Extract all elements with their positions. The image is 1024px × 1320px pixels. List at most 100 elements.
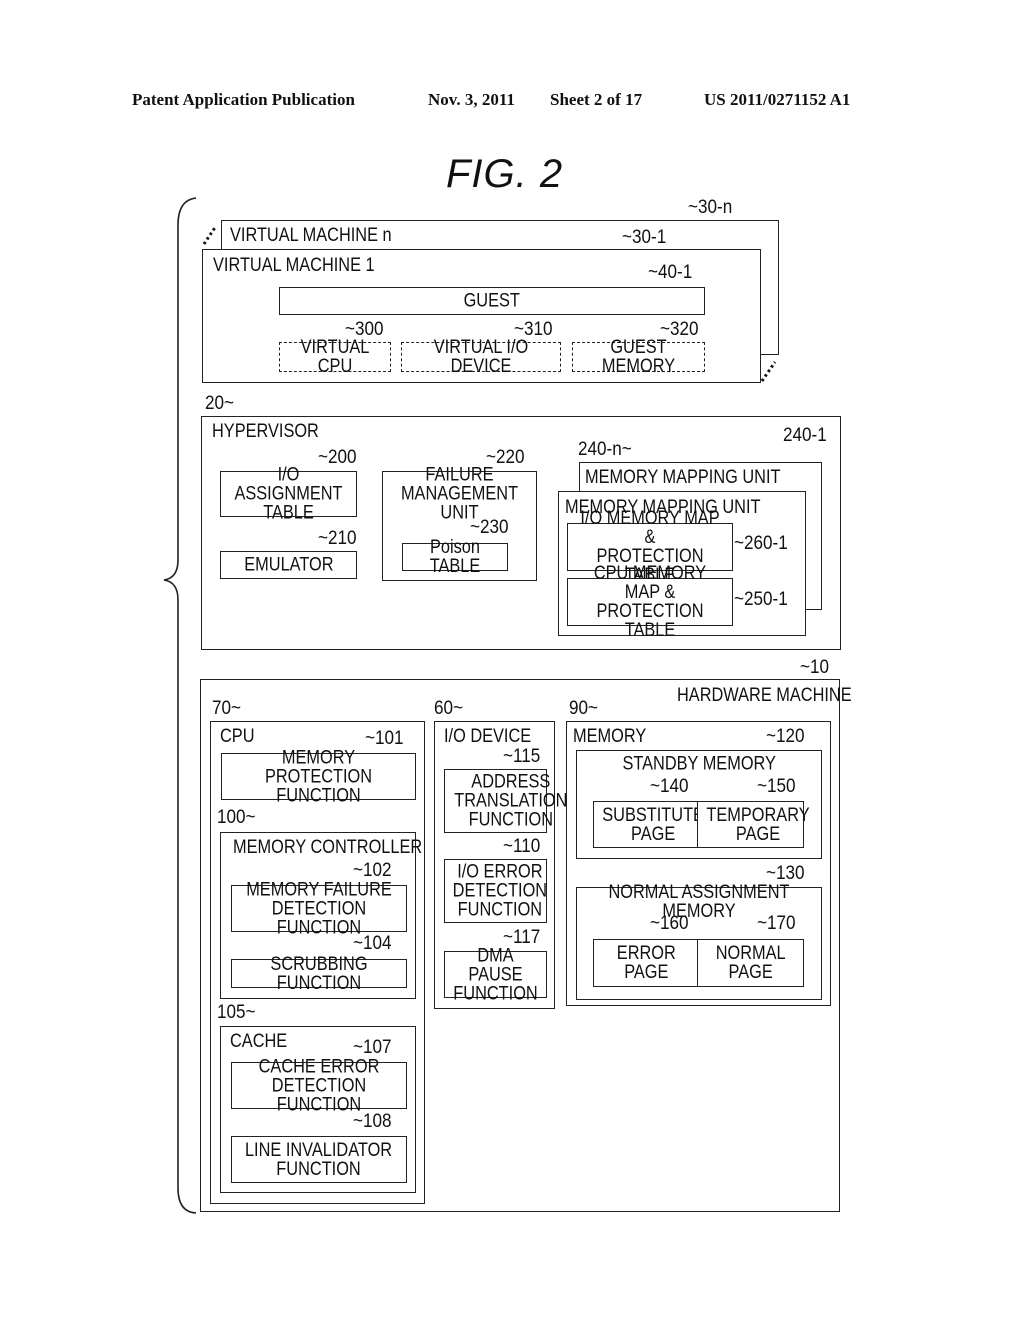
dma-pause-box: DMA PAUSE FUNCTION [444, 946, 547, 1003]
ref-40-1: ~40-1 [648, 262, 693, 283]
cpu-box: CPU MEMORY PROTECTION FUNCTION MEMORY CO… [210, 721, 425, 1204]
ref-300: ~300 [345, 319, 384, 340]
ref-104: ~104 [353, 933, 392, 954]
ref-210: ~210 [318, 528, 357, 549]
temporary-page-label: TEMPORARY PAGE [706, 804, 810, 845]
publication-label: Patent Application Publication [132, 90, 355, 109]
scrubbing-function-box: SCRUBBING FUNCTION [231, 955, 407, 993]
memory-failure-detection-box: MEMORY FAILURE DETECTION FUNCTION [231, 880, 407, 937]
ref-108: ~108 [353, 1111, 392, 1132]
hardware-machine-label: HARDWARE MACHINE [677, 685, 852, 706]
ref-310: ~310 [514, 319, 553, 340]
standby-memory-label: STANDBY MEMORY [622, 753, 776, 775]
io-assignment-table-box: I/O ASSIGNMENT TABLE [220, 466, 357, 523]
standby-memory-box: STANDBY MEMORY SUBSTITUTE PAGE TEMPORARY… [576, 750, 822, 859]
address-translation-box: ADDRESS TRANSLATION FUNCTION [444, 769, 567, 833]
ref-140: ~140 [650, 776, 689, 797]
address-translation-label: ADDRESS TRANSLATION FUNCTION [454, 771, 568, 831]
guest-memory-label: GUEST MEMORY [601, 337, 676, 377]
cache-error-detection-label: CACHE ERROR DETECTION FUNCTION [258, 1056, 380, 1115]
ref-240-n: 240-n~ [578, 439, 632, 460]
temporary-page-box: TEMPORARY PAGE [697, 801, 810, 848]
vm-stack-dots-bottom-right [760, 361, 777, 382]
io-error-detection-label: I/O ERROR DETECTION FUNCTION [452, 861, 548, 921]
poison-table-label: Poison TABLE [429, 537, 481, 577]
virtual-cpu-label: VIRTUAL CPU [300, 337, 370, 377]
hypervisor-label: HYPERVISOR [212, 421, 319, 442]
guest-memory-box: GUEST MEMORY [572, 338, 705, 376]
cpu-memory-map-label: CPU MEMORY MAP & PROTECTION TABLE [593, 563, 707, 641]
ref-107: ~107 [353, 1037, 392, 1058]
io-device-label: I/O DEVICE [444, 726, 532, 747]
figure-title: FIG. 2 [446, 152, 564, 196]
substitute-page-box: SUBSTITUTE PAGE [593, 801, 704, 848]
ref-200: ~200 [318, 447, 357, 468]
ref-10: ~10 [800, 657, 830, 678]
ref-100: 100~ [217, 807, 256, 828]
normal-assignment-memory-box: NORMAL ASSIGNMENT MEMORY ERROR PAGE NORM… [576, 883, 822, 1000]
ref-230: ~230 [470, 517, 509, 538]
ref-130: ~130 [766, 863, 805, 884]
normal-page-box: NORMAL PAGE [697, 939, 804, 987]
error-page-box: ERROR PAGE [593, 939, 699, 987]
ref-20: 20~ [205, 393, 235, 414]
vm-stack-dots-top-left [202, 225, 218, 245]
guest-label: GUEST [463, 290, 521, 312]
ref-60: 60~ [434, 698, 464, 719]
ref-90: 90~ [569, 698, 599, 719]
virtual-machine-n-label: VIRTUAL MACHINE n [230, 225, 392, 246]
cache-error-detection-box: CACHE ERROR DETECTION FUNCTION [231, 1057, 407, 1114]
virtual-machine-1-label: VIRTUAL MACHINE 1 [213, 255, 375, 276]
ref-120: ~120 [766, 726, 805, 747]
publication-date: Nov. 3, 2011 [428, 90, 515, 109]
virtual-cpu-box: VIRTUAL CPU [279, 338, 391, 376]
scrubbing-function-label: SCRUBBING FUNCTION [270, 953, 368, 994]
ref-250-1: ~250-1 [734, 589, 788, 610]
memory-failure-detection-label: MEMORY FAILURE DETECTION FUNCTION [246, 879, 392, 938]
ref-117: ~117 [503, 927, 541, 948]
virtual-io-device-box: VIRTUAL I/O DEVICE [401, 338, 561, 376]
ref-170: ~170 [757, 913, 796, 934]
virtual-io-device-label: VIRTUAL I/O DEVICE [433, 337, 529, 377]
memory-mapping-unit-1: MEMORY MAPPING UNIT I/O MEMORY MAP & PRO… [558, 491, 806, 640]
ref-70: 70~ [212, 698, 242, 719]
cache-label: CACHE [230, 1031, 288, 1052]
memory-mapping-unit-n-label: MEMORY MAPPING UNIT [585, 467, 781, 488]
ref-115: ~115 [503, 746, 541, 767]
line-invalidator-label: LINE INVALIDATOR FUNCTION [245, 1139, 393, 1180]
io-error-detection-box: I/O ERROR DETECTION FUNCTION [444, 859, 547, 923]
ref-240-1: 240-1 [783, 425, 827, 446]
left-brace [163, 197, 197, 1214]
emulator-box: EMULATOR [220, 551, 357, 579]
cpu-label: CPU [220, 726, 255, 747]
ref-105: 105~ [217, 1002, 256, 1023]
error-page-label: ERROR PAGE [616, 943, 676, 983]
memory-controller-box: MEMORY CONTROLLER MEMORY FAILURE DETECTI… [220, 832, 422, 999]
poison-table-box: Poison TABLE [402, 538, 508, 576]
failure-management-unit-box: FAILURE MANAGEMENT UNIT Poison TABLE [382, 466, 537, 581]
line-invalidator-box: LINE INVALIDATOR FUNCTION [231, 1136, 407, 1183]
dma-pause-label: DMA PAUSE FUNCTION [453, 945, 538, 1004]
ref-30-n: ~30-n [688, 197, 733, 218]
memory-protection-function-label: MEMORY PROTECTION FUNCTION [264, 747, 373, 806]
memory-protection-function-box: MEMORY PROTECTION FUNCTION [221, 748, 416, 805]
io-assignment-table-label: I/O ASSIGNMENT TABLE [234, 464, 343, 524]
emulator-label: EMULATOR [243, 554, 334, 576]
memory-controller-label: MEMORY CONTROLLER [233, 837, 423, 858]
guest-box: GUEST [279, 287, 705, 315]
ref-110: ~110 [503, 836, 541, 857]
ref-102: ~102 [353, 860, 392, 881]
sheet-number: Sheet 2 of 17 [550, 90, 643, 109]
ref-160: ~160 [650, 913, 689, 934]
cpu-memory-map-box: CPU MEMORY MAP & PROTECTION TABLE [567, 564, 733, 640]
ref-150: ~150 [757, 776, 796, 797]
patent-number: US 2011/0271152 A1 [704, 90, 851, 109]
substitute-page-label: SUBSTITUTE PAGE [602, 804, 704, 845]
ref-320: ~320 [660, 319, 699, 340]
normal-page-label: NORMAL PAGE [715, 943, 786, 983]
ref-220: ~220 [486, 447, 525, 468]
ref-30-1: ~30-1 [622, 227, 667, 248]
ref-101: ~101 [365, 728, 404, 749]
failure-management-unit-label: FAILURE MANAGEMENT UNIT [400, 464, 519, 524]
memory-label: MEMORY [573, 726, 647, 747]
